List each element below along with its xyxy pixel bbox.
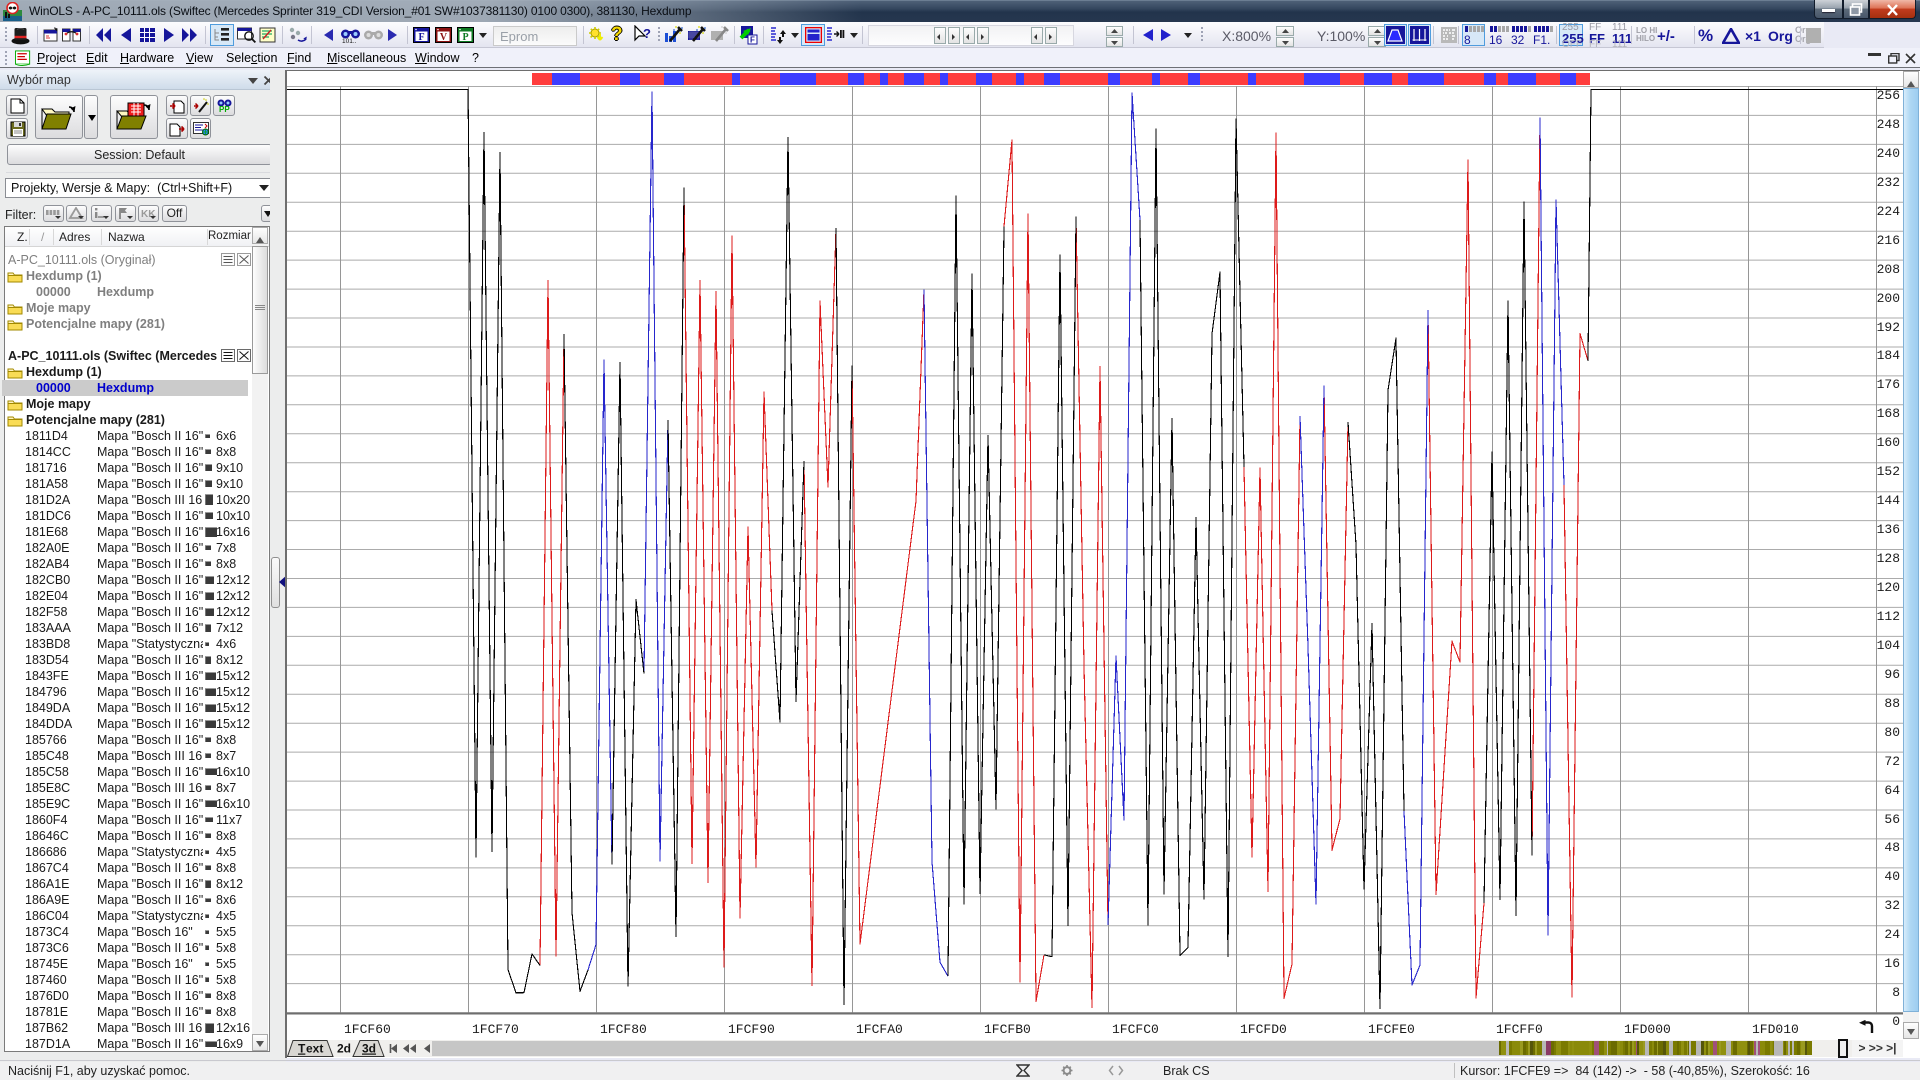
svg-text:V: V bbox=[440, 32, 448, 43]
svg-text:3d: 3d bbox=[362, 1042, 376, 1056]
svg-text:T: T bbox=[298, 1042, 306, 1056]
svg-text:ext: ext bbox=[306, 1042, 323, 1056]
svg-text:F: F bbox=[750, 36, 755, 45]
svg-text:P: P bbox=[462, 32, 468, 43]
svg-text:KK: KK bbox=[141, 209, 156, 220]
svg-text:101..: 101.. bbox=[342, 38, 357, 44]
svg-text:PP: PP bbox=[219, 105, 230, 114]
svg-text:2d: 2d bbox=[337, 1042, 351, 1056]
svg-text:F: F bbox=[418, 32, 424, 43]
svg-text:?: ? bbox=[643, 26, 651, 41]
